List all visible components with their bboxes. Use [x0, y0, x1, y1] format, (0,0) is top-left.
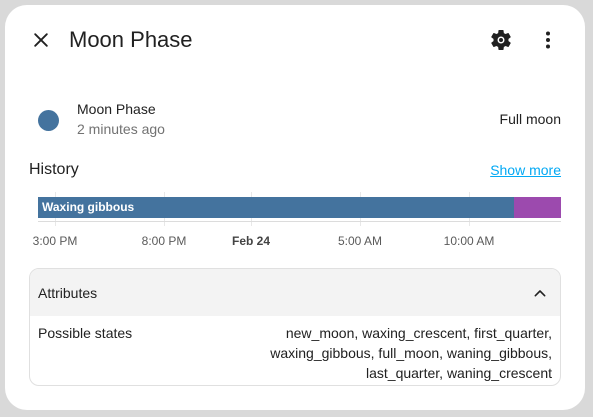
attributes-header[interactable]: Attributes: [30, 269, 560, 316]
entity-last-changed: 2 minutes ago: [77, 121, 165, 137]
history-timeline[interactable]: Waxing gibbous: [38, 197, 561, 218]
timeline-tick-label: 5:00 AM: [337, 234, 383, 248]
attribute-value: new_moon, waxing_crescent, first_quarter…: [270, 325, 552, 381]
entity-name: Moon Phase: [77, 101, 156, 117]
timeline-axis: [38, 221, 561, 222]
attributes-title: Attributes: [38, 285, 98, 301]
timeline-tick-label: 3:00 PM: [32, 234, 78, 248]
timeline-tick-label: 10:00 AM: [443, 234, 495, 248]
show-more-link[interactable]: Show more: [490, 162, 561, 178]
dialog-title: Moon Phase: [69, 27, 193, 52]
settings-button[interactable]: [485, 24, 517, 56]
timeline-segment-label: Waxing gibbous: [42, 200, 135, 214]
gear-icon: [491, 30, 511, 50]
history-title: History: [29, 161, 79, 178]
timeline-segment-full-moon[interactable]: [514, 197, 561, 218]
close-button[interactable]: [25, 24, 57, 56]
more-options-button[interactable]: [532, 24, 564, 56]
more-vertical-icon: [546, 31, 550, 49]
close-icon: [34, 33, 48, 47]
timeline-segment-waxing-gibbous[interactable]: Waxing gibbous: [38, 197, 514, 218]
chevron-up-icon: [534, 290, 546, 297]
more-info-dialog: Moon Phase Moon Phase 2 minutes ago Full…: [5, 5, 585, 410]
timeline-tick-label: Feb 24: [231, 234, 271, 248]
timeline-tick-label: 8:00 PM: [141, 234, 187, 248]
attribute-key: Possible states: [38, 325, 133, 341]
attributes-panel: Attributes Possible states new_moon, wax…: [29, 268, 561, 386]
entity-state: Full moon: [499, 111, 561, 127]
moon-phase-icon: [38, 110, 59, 131]
